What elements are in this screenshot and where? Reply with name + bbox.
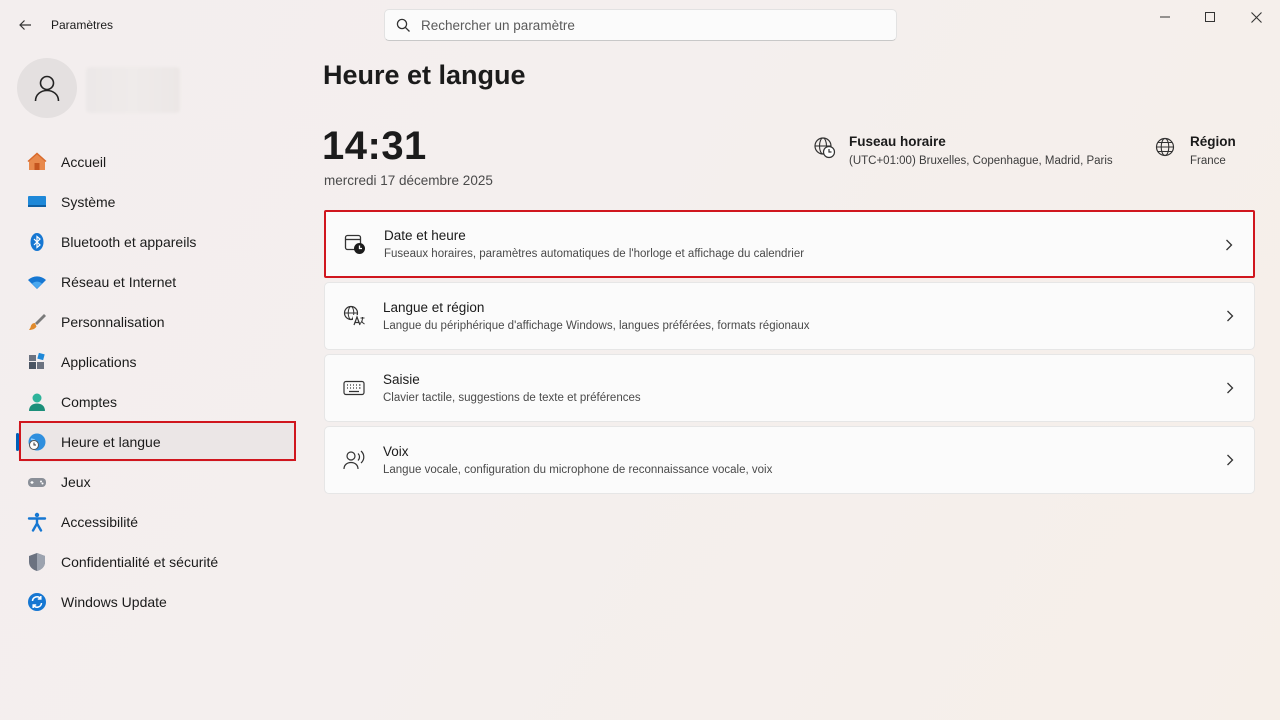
keyboard-icon [325,380,383,396]
brush-icon [26,311,48,333]
sidebar-item-windows-update[interactable]: Windows Update [18,582,296,622]
region-info[interactable]: Région France [1154,134,1236,167]
sidebar-item-systeme[interactable]: Système [18,182,296,222]
user-icon [34,75,60,102]
arrow-left-icon [19,20,31,30]
sidebar-item-bluetooth[interactable]: Bluetooth et appareils [18,222,296,262]
close-button[interactable] [1233,0,1279,34]
monitor-icon [26,191,48,213]
card-title: Voix [383,444,409,459]
sidebar-item-label: Confidentialité et sécurité [61,554,219,570]
card-title: Date et heure [384,228,466,243]
card-subtitle: Fuseaux horaires, paramètres automatique… [384,248,805,260]
sidebar-item-label: Bluetooth et appareils [61,234,197,250]
globe-clock-icon [813,136,837,160]
settings-cards: Date et heure Fuseaux horaires, paramètr… [324,210,1255,498]
chevron-right-icon [1225,238,1233,256]
sidebar-nav: Accueil Système Bluetooth et appareils R… [16,142,296,622]
voice-icon [325,449,383,471]
minimize-icon [1160,16,1170,18]
chevron-right-icon [1226,453,1234,471]
sidebar-item-personnalisation[interactable]: Personnalisation [18,302,296,342]
sidebar-item-label: Système [61,194,116,210]
chevron-right-icon [1226,309,1234,327]
card-subtitle: Langue vocale, configuration du micropho… [383,464,773,476]
card-date-et-heure[interactable]: Date et heure Fuseaux horaires, paramètr… [324,210,1255,278]
sidebar-item-reseau[interactable]: Réseau et Internet [18,262,296,302]
maximize-button[interactable] [1187,0,1233,34]
sidebar-item-jeux[interactable]: Jeux [18,462,296,502]
user-name-redacted [86,67,180,113]
search-icon [385,18,421,33]
sidebar-item-accessibilite[interactable]: Accessibilité [18,502,296,542]
card-voix[interactable]: Voix Langue vocale, configuration du mic… [324,426,1255,494]
card-langue-et-region[interactable]: Langue et région Langue du périphérique … [324,282,1255,350]
region-title: Région [1190,134,1236,149]
sidebar-item-label: Personnalisation [61,314,165,330]
person-icon [26,391,48,413]
page-title: Heure et langue [323,60,526,90]
accessibility-icon [26,511,48,533]
minimize-button[interactable] [1142,0,1188,34]
maximize-icon [1205,12,1215,22]
bluetooth-icon [26,231,48,253]
sidebar-item-comptes[interactable]: Comptes [18,382,296,422]
sidebar-item-applications[interactable]: Applications [18,342,296,382]
chevron-right-icon [1226,381,1234,399]
region-value: France [1190,155,1226,167]
sidebar-item-label: Réseau et Internet [61,274,177,290]
timezone-value: (UTC+01:00) Bruxelles, Copenhague, Madri… [849,155,1113,167]
card-saisie[interactable]: Saisie Clavier tactile, suggestions de t… [324,354,1255,422]
sidebar-item-accueil[interactable]: Accueil [18,142,296,182]
sidebar-item-label: Accueil [61,154,107,170]
sidebar-item-label: Heure et langue [61,434,161,450]
card-title: Langue et région [383,300,485,315]
sidebar-item-confidentialite[interactable]: Confidentialité et sécurité [18,542,296,582]
globe-icon [1154,136,1178,160]
gamepad-icon [26,471,48,493]
card-title: Saisie [383,372,420,387]
globe-clock-icon [26,431,48,453]
back-button[interactable] [10,10,40,40]
calendar-clock-icon [326,233,384,255]
app-title: Paramètres [51,18,114,32]
timezone-title: Fuseau horaire [849,134,946,149]
wifi-icon [26,271,48,293]
sidebar-item-label: Comptes [61,394,118,410]
sidebar-item-heure-et-langue[interactable]: Heure et langue [16,422,296,462]
avatar[interactable] [17,58,77,118]
timezone-info[interactable]: Fuseau horaire (UTC+01:00) Bruxelles, Co… [813,134,1113,167]
sidebar-item-label: Accessibilité [61,514,139,530]
sidebar-item-label: Applications [61,354,137,370]
current-date: mercredi 17 décembre 2025 [324,173,493,188]
home-icon [26,151,48,173]
sidebar-item-label: Jeux [61,474,91,490]
search-input[interactable] [421,17,861,33]
search-box[interactable] [384,9,897,41]
close-icon [1250,11,1262,23]
card-subtitle: Langue du périphérique d'affichage Windo… [383,320,810,332]
apps-icon [26,351,48,373]
sidebar-item-label: Windows Update [61,594,167,610]
update-icon [26,591,48,613]
title-bar: Paramètres [0,0,1280,50]
card-subtitle: Clavier tactile, suggestions de texte et… [383,392,641,404]
shield-icon [26,551,48,573]
current-time: 14:31 [322,124,427,168]
language-icon [325,305,383,327]
